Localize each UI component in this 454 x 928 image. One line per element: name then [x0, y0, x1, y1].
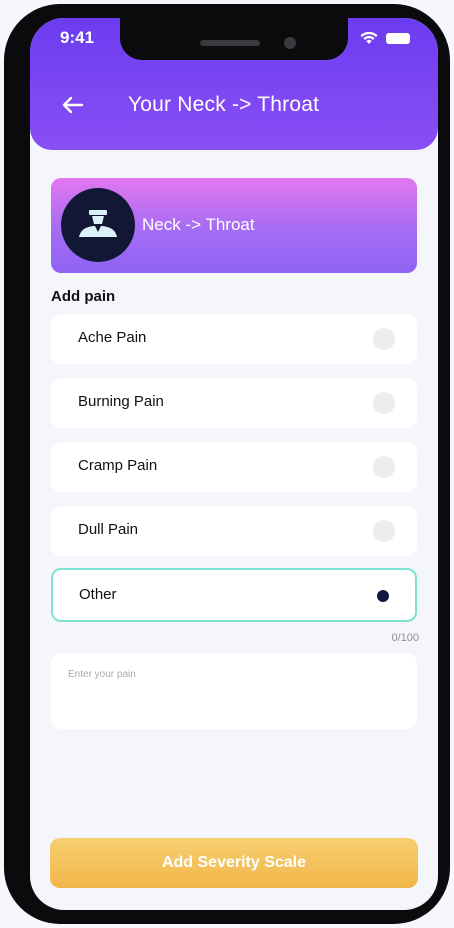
speaker-grille	[200, 40, 260, 46]
option-label: Dull Pain	[78, 521, 139, 538]
status-time: 9:41	[60, 28, 95, 47]
option-label: Ache Pain	[78, 329, 147, 346]
camera-icon	[284, 37, 296, 49]
body-part-label: Neck -> Throat	[142, 215, 255, 234]
option-label: Other	[79, 586, 117, 603]
option-dull-pain[interactable]: Dull Pain	[51, 506, 417, 556]
person-neck-icon	[61, 188, 135, 262]
radio-button[interactable]	[373, 392, 395, 414]
status-icons	[360, 32, 410, 45]
radio-button[interactable]	[373, 328, 395, 350]
option-ache-pain[interactable]: Ache Pain	[51, 314, 417, 364]
app-header: 9:41 Your Neck -> Throat	[30, 18, 438, 150]
option-other[interactable]: Other	[51, 568, 417, 622]
option-cramp-pain[interactable]: Cramp Pain	[51, 442, 417, 492]
radio-button[interactable]	[373, 520, 395, 542]
body-part-card: Neck -> Throat	[51, 178, 417, 273]
phone-frame: 9:41 Your Neck -> Throat Neck -> Throat …	[4, 4, 450, 924]
option-label: Cramp Pain	[78, 457, 158, 474]
add-pain-heading: Add pain	[51, 288, 116, 305]
page-title: Your Neck -> Throat	[128, 93, 320, 116]
radio-button[interactable]	[373, 456, 395, 478]
add-severity-scale-button[interactable]: Add Severity Scale	[50, 838, 418, 888]
app-screen: 9:41 Your Neck -> Throat Neck -> Throat …	[30, 18, 438, 910]
radio-button-selected[interactable]	[372, 585, 394, 607]
pain-description-input[interactable]: Enter your pain	[51, 653, 417, 729]
battery-icon	[386, 33, 410, 44]
option-label: Burning Pain	[78, 393, 164, 410]
character-counter: 0/100	[391, 632, 419, 644]
back-arrow-icon[interactable]	[62, 94, 84, 116]
option-burning-pain[interactable]: Burning Pain	[51, 378, 417, 428]
input-placeholder: Enter your pain	[68, 669, 136, 680]
wifi-icon	[360, 32, 378, 45]
device-notch	[120, 18, 348, 60]
